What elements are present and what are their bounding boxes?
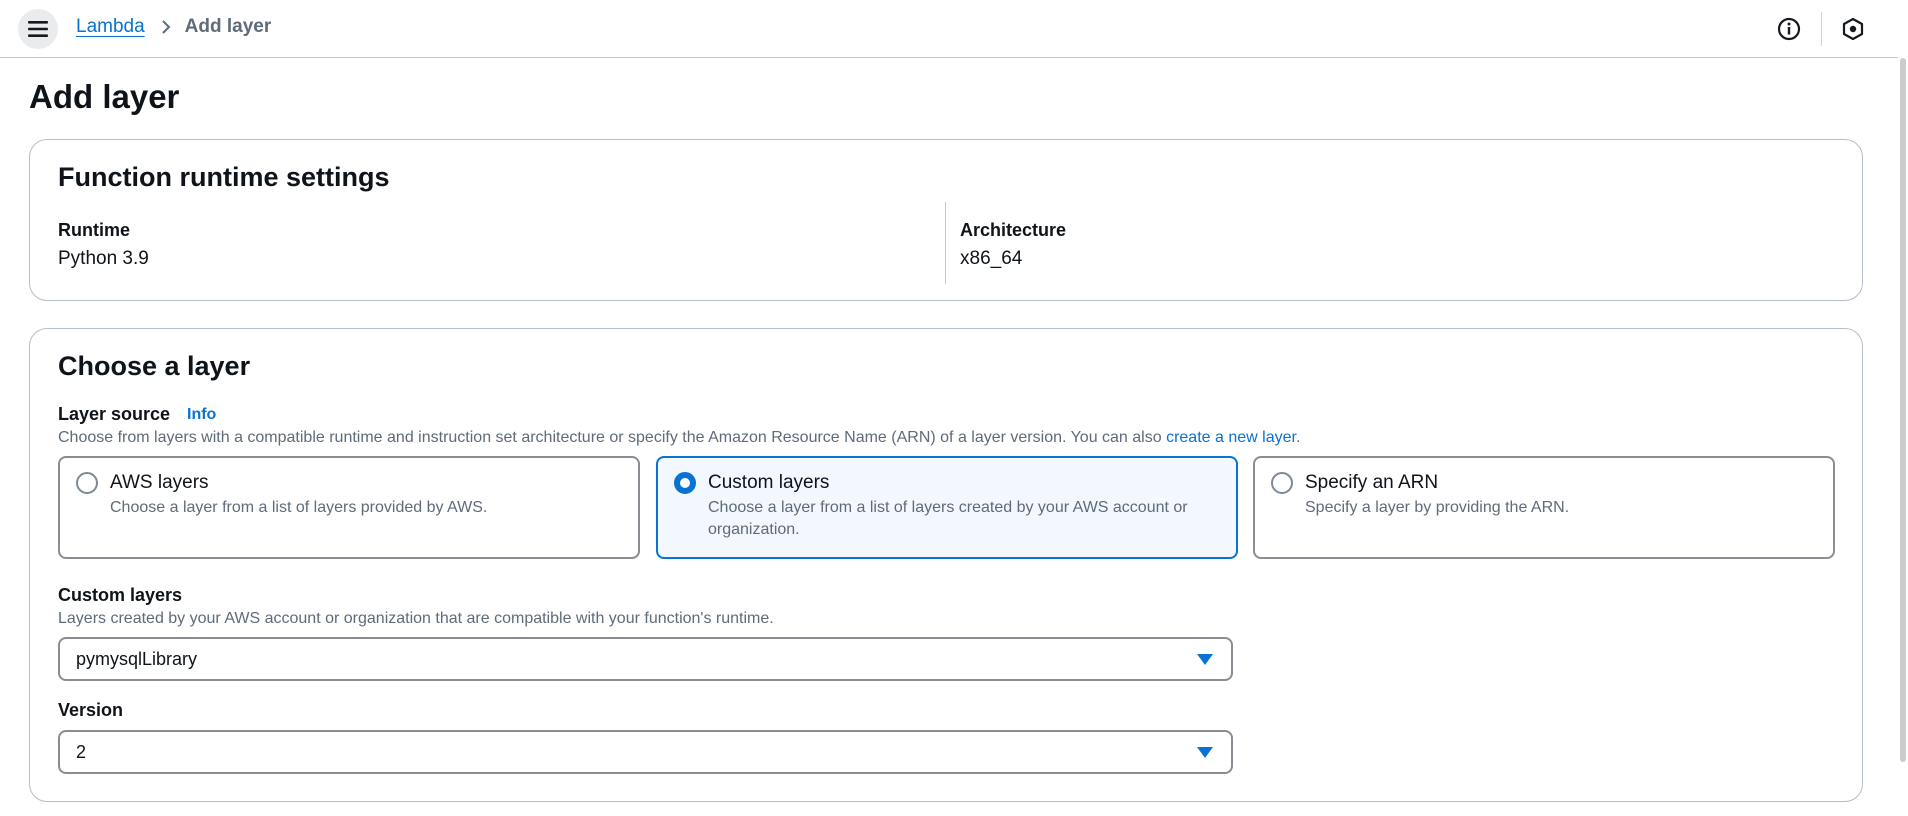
- architecture-value: x86_64: [960, 248, 1023, 269]
- breadcrumb: Lambda Add layer: [76, 16, 271, 38]
- info-circle-icon[interactable]: [1776, 16, 1802, 42]
- column-divider: [945, 202, 946, 284]
- layer-source-description: Choose from layers with a compatible run…: [58, 429, 1300, 447]
- breadcrumb-lambda-link[interactable]: Lambda: [76, 16, 145, 38]
- hamburger-menu-button[interactable]: [18, 9, 58, 49]
- select-value: 2: [76, 742, 87, 762]
- version-select[interactable]: 2: [58, 730, 1233, 774]
- layer-source-option-specify-arn[interactable]: Specify an ARN Specify a layer by provid…: [1253, 456, 1835, 559]
- caret-down-icon: [1197, 747, 1213, 758]
- architecture-label: Architecture: [960, 220, 1067, 240]
- radio-button-checked[interactable]: [674, 472, 696, 494]
- layer-source-option-custom-layers[interactable]: Custom layers Choose a layer from a list…: [656, 456, 1238, 559]
- option-title: AWS layers: [110, 472, 209, 493]
- radio-button[interactable]: [1271, 472, 1293, 494]
- top-navigation-bar: Lambda Add layer: [0, 0, 1898, 58]
- hexagon-icon[interactable]: [1840, 16, 1866, 42]
- description-text: Choose from layers with a compatible run…: [58, 429, 1167, 446]
- caret-down-icon: [1197, 654, 1213, 665]
- radio-button[interactable]: [76, 472, 98, 494]
- card-title: Function runtime settings: [58, 162, 390, 192]
- scrollbar-thumb[interactable]: [1900, 58, 1906, 762]
- runtime-value: Python 3.9: [58, 248, 149, 269]
- runtime-label: Runtime: [58, 220, 130, 240]
- custom-layers-label: Custom layers: [58, 585, 183, 605]
- toolbar-divider: [1821, 12, 1822, 46]
- description-end: .: [1295, 429, 1301, 446]
- layer-source-label: Layer source: [58, 404, 171, 424]
- custom-layers-select[interactable]: pymysqlLibrary: [58, 637, 1233, 681]
- choose-a-layer-card: Choose a layer Layer source Info Choose …: [29, 328, 1863, 802]
- card-title: Choose a layer: [58, 351, 251, 381]
- custom-layers-description: Layers created by your AWS account or or…: [58, 610, 774, 627]
- option-title: Specify an ARN: [1305, 472, 1439, 493]
- breadcrumb-current: Add layer: [184, 16, 272, 37]
- page-title: Add layer: [29, 78, 180, 115]
- version-label: Version: [58, 700, 124, 720]
- option-description: Choose a layer from a list of layers pro…: [110, 499, 488, 516]
- function-runtime-settings-card: Function runtime settings Runtime Python…: [29, 139, 1863, 301]
- option-description: Choose a layer from a list of layers cre…: [708, 499, 1188, 538]
- layer-source-option-aws-layers[interactable]: AWS layers Choose a layer from a list of…: [58, 456, 640, 559]
- chevron-right-icon: [161, 19, 171, 35]
- hamburger-menu-icon: [28, 21, 48, 37]
- layer-source-info-link[interactable]: Info: [187, 406, 216, 424]
- select-value: pymysqlLibrary: [76, 649, 198, 669]
- create-new-layer-link[interactable]: create a new layer: [1166, 429, 1296, 446]
- option-title: Custom layers: [708, 472, 830, 493]
- option-description: Specify a layer by providing the ARN.: [1305, 499, 1570, 516]
